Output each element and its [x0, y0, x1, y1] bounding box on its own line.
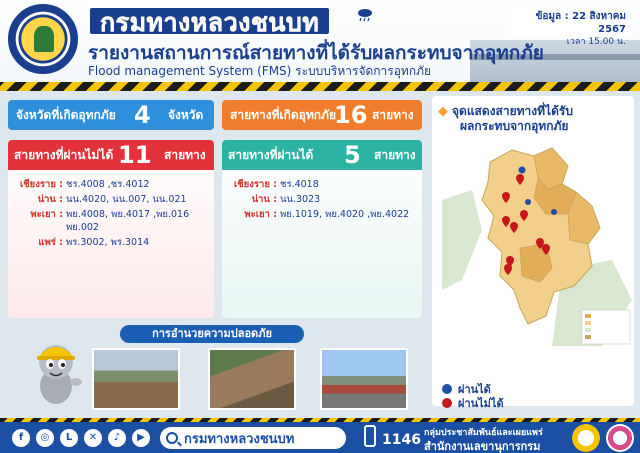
province-name: น่าน :	[37, 194, 63, 205]
province-name: เชียงราย :	[19, 179, 63, 190]
affected-roads-label: สายทางที่เกิดอุทกภัย	[230, 108, 336, 122]
provinces-unit: จังหวัด	[168, 108, 204, 122]
legend-impassable: ผ่านไม่ได้	[442, 394, 504, 412]
youtube-icon[interactable]: ▶	[132, 429, 150, 447]
road-codes: พร.3002, พร.3014	[66, 237, 150, 248]
map-marker-passable	[525, 199, 531, 205]
road-codes: พย.4008, พย.4017 ,พย.016 พย.002	[66, 209, 190, 233]
phone-icon	[364, 425, 376, 447]
passable-label: สายทางที่ผ่านได้	[228, 148, 314, 162]
list-item: แพร่ : พร.3002, พร.3014	[14, 236, 210, 249]
rain-cloud-icon	[358, 9, 372, 22]
anniversary-badge-icon	[572, 424, 600, 452]
impassable-dot-icon	[442, 398, 452, 408]
report-time: เวลา 15.00 น.	[566, 37, 626, 47]
ministry-badge-icon	[606, 424, 634, 452]
emblem-icon	[34, 26, 54, 52]
safety-photo-flooded-road	[92, 348, 180, 410]
impassable-label: สายทางที่ผ่านไม่ได้	[14, 148, 114, 162]
list-item: พะเยา : พย.1019, พย.4020 ,พย.4022	[228, 208, 418, 221]
search-icon	[166, 432, 178, 444]
road-codes: นน.3023	[280, 194, 321, 205]
passable-dot-icon	[442, 384, 452, 394]
impassable-list: เชียงราย : ชร.4008 ,ชร.4012 น่าน : นน.40…	[14, 178, 210, 251]
header: กรมทางหลวงชนบท รายงานสถานการณ์สายทางที่ไ…	[0, 0, 640, 82]
list-item: พะเยา : พย.4008, พย.4017 ,พย.016 พย.002	[14, 208, 210, 234]
province-name: แพร่ :	[38, 237, 63, 248]
map-bullet-icon: ◆	[438, 104, 448, 119]
date-box: ข้อมูล : 22 สิงหาคม 2567 เวลา 15.00 น.	[506, 8, 634, 47]
impassable-header: สายทางที่ผ่านไม่ได้ 11 สายทาง	[8, 140, 214, 170]
department-logo	[8, 4, 78, 74]
road-codes: ชร.4018	[280, 179, 319, 190]
brand-title: กรมทางหลวงชนบท	[88, 6, 332, 37]
department-line2: สำนักงานเลขานุการกรม	[424, 440, 541, 453]
province-name: น่าน :	[251, 194, 277, 205]
passable-header: สายทางที่ผ่านได้ 5 สายทาง	[222, 140, 422, 170]
road-codes: พย.1019, พย.4020 ,พย.4022	[280, 209, 410, 220]
passable-unit: สายทาง	[374, 148, 416, 162]
impassable-count: 11	[118, 141, 152, 169]
legend-impassable-label: ผ่านไม่ได้	[458, 397, 504, 410]
impassable-unit: สายทาง	[164, 148, 206, 162]
map-title: ◆ จุดแสดงสายทางที่ได้รับ ผลกระทบจากอุทกภ…	[438, 104, 573, 134]
x-icon[interactable]: ✕	[84, 429, 102, 447]
map-marker-passable	[518, 166, 526, 174]
tiktok-icon[interactable]: ♪	[108, 429, 126, 447]
passable-panel: สายทางที่ผ่านได้ 5 สายทาง เชียงราย : ชร.…	[222, 140, 422, 318]
instagram-icon[interactable]: ◎	[36, 429, 54, 447]
map-marker-passable	[551, 209, 557, 215]
province-name: เชียงราย :	[233, 179, 277, 190]
map-title-line2: ผลกระทบจากอุทกภัย	[460, 119, 569, 133]
hotline-number: 1146	[382, 432, 421, 448]
safety-photo-landslide	[208, 348, 296, 410]
affected-roads-card: สายทางที่เกิดอุทกภัย 16 สายทาง	[222, 100, 422, 130]
passable-count: 5	[344, 141, 361, 169]
road-codes: นน.4020, นน.007, นน.021	[66, 194, 187, 205]
province-map	[442, 140, 632, 346]
passable-list: เชียงราย : ชร.4018 น่าน : นน.3023 พะเยา …	[228, 178, 418, 223]
provinces-label: จังหวัดที่เกิดอุทกภัย	[16, 108, 116, 122]
hazard-stripe	[0, 82, 640, 91]
list-item: เชียงราย : ชร.4018	[228, 178, 418, 191]
impassable-panel: สายทางที่ผ่านไม่ได้ 11 สายทาง เชียงราย :…	[8, 140, 214, 318]
provinces-card: จังหวัดที่เกิดอุทกภัย 4 จังหวัด	[8, 100, 214, 130]
province-name: พะเยา :	[30, 209, 63, 220]
list-item: น่าน : นน.3023	[228, 193, 418, 206]
mascot-icon	[37, 345, 82, 404]
map-panel: ◆ จุดแสดงสายทางที่ได้รับ ผลกระทบจากอุทกภ…	[432, 96, 634, 410]
system-subtitle: Flood management System (FMS) ระบบบริหาร…	[88, 64, 432, 78]
affected-roads-unit: สายทาง	[372, 108, 414, 122]
search-box[interactable]: กรมทางหลวงชนบท	[160, 427, 346, 449]
list-item: เชียงราย : ชร.4008 ,ชร.4012	[14, 178, 210, 191]
safety-photo-road-barrier	[320, 348, 408, 410]
provinces-count: 4	[134, 101, 151, 129]
list-item: น่าน : นน.4020, นน.007, นน.021	[14, 193, 210, 206]
road-codes: ชร.4008 ,ชร.4012	[66, 179, 150, 190]
search-text: กรมทางหลวงชนบท	[184, 431, 295, 447]
line-icon[interactable]: L	[60, 429, 78, 447]
province-name: พะเยา :	[244, 209, 277, 220]
report-date: ข้อมูล : 22 สิงหาคม 2567	[535, 11, 626, 35]
map-title-line1: จุดแสดงสายทางที่ได้รับ	[452, 104, 573, 118]
safety-title: การอำนวยความปลอดภัย	[120, 325, 304, 343]
facebook-icon[interactable]: f	[12, 429, 30, 447]
affected-roads-count: 16	[334, 101, 368, 129]
